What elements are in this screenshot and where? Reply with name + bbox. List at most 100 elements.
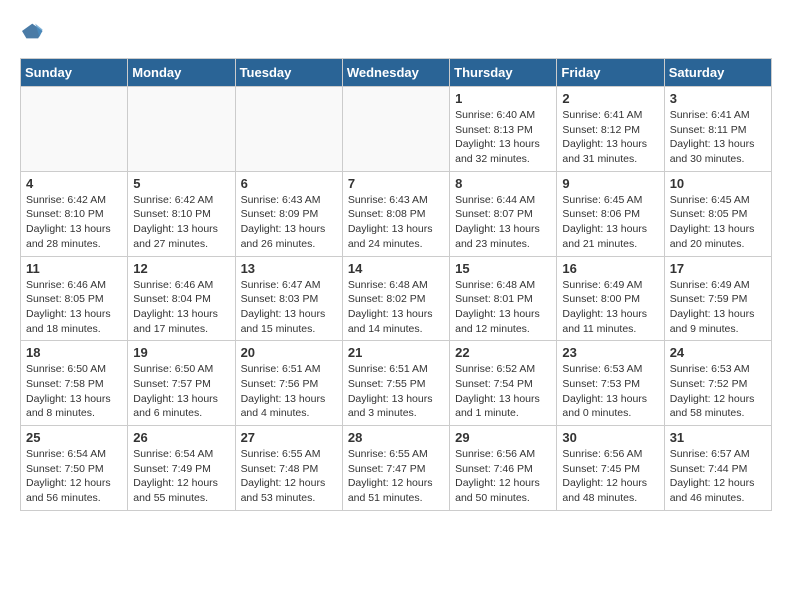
day-info: Sunrise: 6:54 AM Sunset: 7:50 PM Dayligh… xyxy=(26,447,122,506)
calendar-cell: 27 Sunrise: 6:55 AM Sunset: 7:48 PM Dayli… xyxy=(235,426,342,511)
calendar-cell: 15Sunrise: 6:48 AM Sunset: 8:01 PM Dayli… xyxy=(450,256,557,341)
calendar-cell: 31Sunrise: 6:57 AM Sunset: 7:44 PM Dayli… xyxy=(664,426,771,511)
calendar-cell: 25 Sunrise: 6:54 AM Sunset: 7:50 PM Dayli… xyxy=(21,426,128,511)
day-number: 19 xyxy=(133,345,229,360)
day-info: Sunrise: 6:40 AM Sunset: 8:13 PM Dayligh… xyxy=(455,108,551,167)
logo xyxy=(20,20,46,42)
day-info: Sunrise: 6:49 AM Sunset: 7:59 PM Dayligh… xyxy=(670,278,766,337)
day-info: Sunrise: 6:46 AM Sunset: 8:04 PM Dayligh… xyxy=(133,278,229,337)
calendar-cell: 19 Sunrise: 6:50 AM Sunset: 7:57 PM Dayli… xyxy=(128,341,235,426)
day-info: Sunrise: 6:55 AM Sunset: 7:47 PM Dayligh… xyxy=(348,447,444,506)
day-number: 26 xyxy=(133,430,229,445)
calendar-cell xyxy=(342,87,449,172)
day-number: 14 xyxy=(348,261,444,276)
calendar-cell: 23 Sunrise: 6:53 AM Sunset: 7:53 PM Dayli… xyxy=(557,341,664,426)
day-info: Sunrise: 6:42 AM Sunset: 8:10 PM Dayligh… xyxy=(133,193,229,252)
day-number: 30 xyxy=(562,430,658,445)
day-info: Sunrise: 6:55 AM Sunset: 7:48 PM Dayligh… xyxy=(241,447,337,506)
calendar-cell: 22Sunrise: 6:52 AM Sunset: 7:54 PM Dayli… xyxy=(450,341,557,426)
day-number: 12 xyxy=(133,261,229,276)
day-info: Sunrise: 6:48 AM Sunset: 8:02 PM Dayligh… xyxy=(348,278,444,337)
day-info: Sunrise: 6:51 AM Sunset: 7:55 PM Dayligh… xyxy=(348,362,444,421)
day-info: Sunrise: 6:51 AM Sunset: 7:56 PM Dayligh… xyxy=(241,362,337,421)
day-info: Sunrise: 6:45 AM Sunset: 8:05 PM Dayligh… xyxy=(670,193,766,252)
calendar-cell: 8 Sunrise: 6:44 AM Sunset: 8:07 PM Daylig… xyxy=(450,171,557,256)
calendar-cell xyxy=(128,87,235,172)
logo-icon xyxy=(22,20,44,42)
day-number: 16 xyxy=(562,261,658,276)
calendar-cell: 14 Sunrise: 6:48 AM Sunset: 8:02 PM Dayli… xyxy=(342,256,449,341)
day-number: 18 xyxy=(26,345,122,360)
day-number: 17 xyxy=(670,261,766,276)
day-number: 13 xyxy=(241,261,337,276)
day-number: 20 xyxy=(241,345,337,360)
column-header-monday: Monday xyxy=(128,59,235,87)
calendar-week-row: 18 Sunrise: 6:50 AM Sunset: 7:58 PM Dayli… xyxy=(21,341,772,426)
calendar-cell: 4Sunrise: 6:42 AM Sunset: 8:10 PM Daylig… xyxy=(21,171,128,256)
calendar-cell: 13 Sunrise: 6:47 AM Sunset: 8:03 PM Dayli… xyxy=(235,256,342,341)
calendar-cell: 16 Sunrise: 6:49 AM Sunset: 8:00 PM Dayli… xyxy=(557,256,664,341)
day-number: 24 xyxy=(670,345,766,360)
day-info: Sunrise: 6:43 AM Sunset: 8:09 PM Dayligh… xyxy=(241,193,337,252)
calendar-cell: 9 Sunrise: 6:45 AM Sunset: 8:06 PM Daylig… xyxy=(557,171,664,256)
day-info: Sunrise: 6:43 AM Sunset: 8:08 PM Dayligh… xyxy=(348,193,444,252)
column-header-thursday: Thursday xyxy=(450,59,557,87)
calendar-cell: 18 Sunrise: 6:50 AM Sunset: 7:58 PM Dayli… xyxy=(21,341,128,426)
calendar-cell: 30Sunrise: 6:56 AM Sunset: 7:45 PM Dayli… xyxy=(557,426,664,511)
calendar-week-row: 25 Sunrise: 6:54 AM Sunset: 7:50 PM Dayli… xyxy=(21,426,772,511)
calendar-body: 1 Sunrise: 6:40 AM Sunset: 8:13 PM Daylig… xyxy=(21,87,772,511)
day-info: Sunrise: 6:50 AM Sunset: 7:57 PM Dayligh… xyxy=(133,362,229,421)
day-number: 21 xyxy=(348,345,444,360)
day-info: Sunrise: 6:41 AM Sunset: 8:12 PM Dayligh… xyxy=(562,108,658,167)
day-info: Sunrise: 6:49 AM Sunset: 8:00 PM Dayligh… xyxy=(562,278,658,337)
day-info: Sunrise: 6:53 AM Sunset: 7:52 PM Dayligh… xyxy=(670,362,766,421)
day-info: Sunrise: 6:47 AM Sunset: 8:03 PM Dayligh… xyxy=(241,278,337,337)
day-info: Sunrise: 6:53 AM Sunset: 7:53 PM Dayligh… xyxy=(562,362,658,421)
day-info: Sunrise: 6:45 AM Sunset: 8:06 PM Dayligh… xyxy=(562,193,658,252)
calendar-cell: 1 Sunrise: 6:40 AM Sunset: 8:13 PM Daylig… xyxy=(450,87,557,172)
calendar-cell xyxy=(21,87,128,172)
day-number: 31 xyxy=(670,430,766,445)
day-number: 6 xyxy=(241,176,337,191)
day-info: Sunrise: 6:56 AM Sunset: 7:46 PM Dayligh… xyxy=(455,447,551,506)
day-number: 8 xyxy=(455,176,551,191)
calendar-header-row: SundayMondayTuesdayWednesdayThursdayFrid… xyxy=(21,59,772,87)
calendar-cell: 5Sunrise: 6:42 AM Sunset: 8:10 PM Daylig… xyxy=(128,171,235,256)
calendar-cell: 6 Sunrise: 6:43 AM Sunset: 8:09 PM Daylig… xyxy=(235,171,342,256)
calendar-cell: 11Sunrise: 6:46 AM Sunset: 8:05 PM Dayli… xyxy=(21,256,128,341)
column-header-friday: Friday xyxy=(557,59,664,87)
calendar-cell: 28 Sunrise: 6:55 AM Sunset: 7:47 PM Dayli… xyxy=(342,426,449,511)
calendar-cell: 29Sunrise: 6:56 AM Sunset: 7:46 PM Dayli… xyxy=(450,426,557,511)
day-info: Sunrise: 6:41 AM Sunset: 8:11 PM Dayligh… xyxy=(670,108,766,167)
calendar-week-row: 4Sunrise: 6:42 AM Sunset: 8:10 PM Daylig… xyxy=(21,171,772,256)
day-info: Sunrise: 6:50 AM Sunset: 7:58 PM Dayligh… xyxy=(26,362,122,421)
calendar-cell: 2 Sunrise: 6:41 AM Sunset: 8:12 PM Daylig… xyxy=(557,87,664,172)
page-header xyxy=(20,20,772,42)
column-header-tuesday: Tuesday xyxy=(235,59,342,87)
calendar-table: SundayMondayTuesdayWednesdayThursdayFrid… xyxy=(20,58,772,511)
day-number: 28 xyxy=(348,430,444,445)
day-number: 9 xyxy=(562,176,658,191)
day-number: 23 xyxy=(562,345,658,360)
calendar-cell: 20 Sunrise: 6:51 AM Sunset: 7:56 PM Dayli… xyxy=(235,341,342,426)
day-number: 27 xyxy=(241,430,337,445)
calendar-cell: 24 Sunrise: 6:53 AM Sunset: 7:52 PM Dayli… xyxy=(664,341,771,426)
calendar-cell: 3Sunrise: 6:41 AM Sunset: 8:11 PM Daylig… xyxy=(664,87,771,172)
calendar-cell: 26 Sunrise: 6:54 AM Sunset: 7:49 PM Dayli… xyxy=(128,426,235,511)
calendar-cell: 12 Sunrise: 6:46 AM Sunset: 8:04 PM Dayli… xyxy=(128,256,235,341)
day-info: Sunrise: 6:48 AM Sunset: 8:01 PM Dayligh… xyxy=(455,278,551,337)
day-number: 1 xyxy=(455,91,551,106)
column-header-saturday: Saturday xyxy=(664,59,771,87)
day-info: Sunrise: 6:52 AM Sunset: 7:54 PM Dayligh… xyxy=(455,362,551,421)
calendar-week-row: 1 Sunrise: 6:40 AM Sunset: 8:13 PM Daylig… xyxy=(21,87,772,172)
day-number: 11 xyxy=(26,261,122,276)
day-info: Sunrise: 6:44 AM Sunset: 8:07 PM Dayligh… xyxy=(455,193,551,252)
day-number: 7 xyxy=(348,176,444,191)
day-number: 10 xyxy=(670,176,766,191)
day-number: 2 xyxy=(562,91,658,106)
calendar-cell xyxy=(235,87,342,172)
column-header-wednesday: Wednesday xyxy=(342,59,449,87)
day-info: Sunrise: 6:54 AM Sunset: 7:49 PM Dayligh… xyxy=(133,447,229,506)
day-number: 25 xyxy=(26,430,122,445)
calendar-cell: 17 Sunrise: 6:49 AM Sunset: 7:59 PM Dayli… xyxy=(664,256,771,341)
